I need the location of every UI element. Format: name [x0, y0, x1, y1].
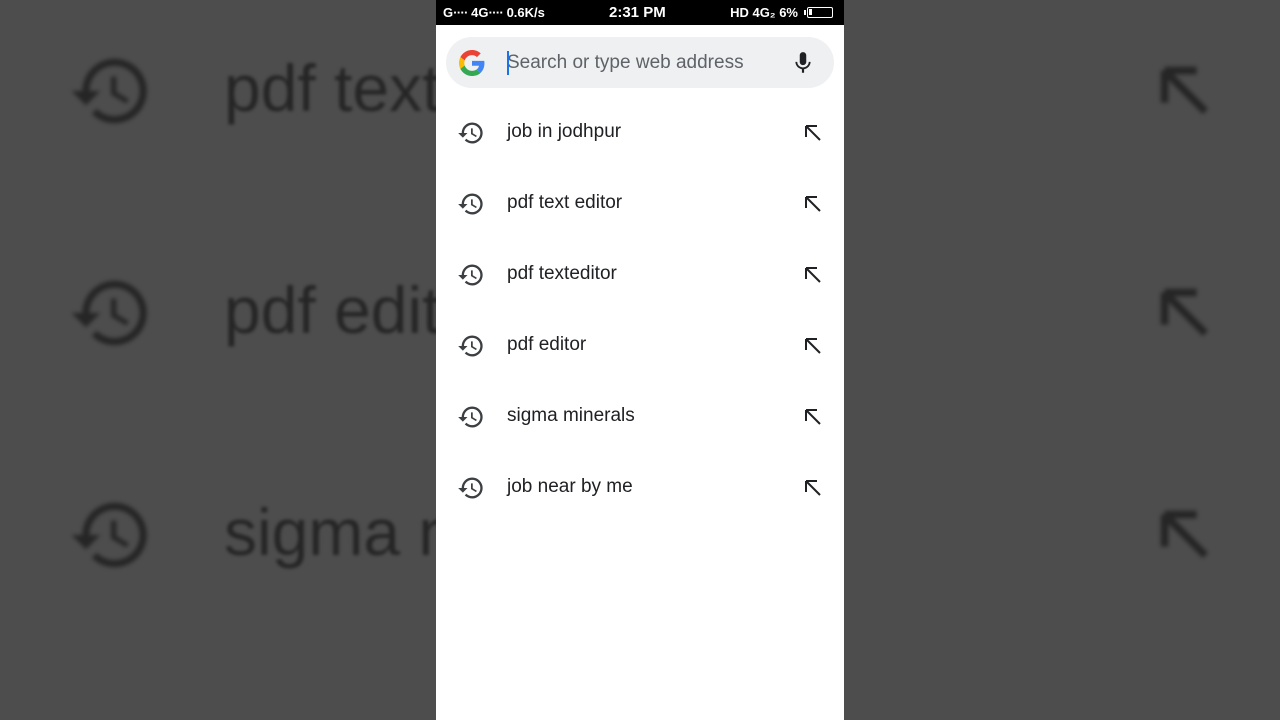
background-row: pdf text: [0, 51, 436, 172]
suggestion-text: job in jodhpur: [507, 121, 622, 142]
clock: 2:31 PM: [609, 4, 666, 21]
battery-icon: [804, 7, 833, 18]
background-right: [844, 0, 1280, 720]
history-icon: [458, 335, 483, 357]
suggestion-text: pdf texteditor: [507, 263, 617, 284]
suggestion-item[interactable]: sigma minerals: [436, 381, 844, 452]
history-icon: [71, 280, 147, 346]
background-text: sigma n: [224, 495, 436, 569]
background-row: [844, 278, 1280, 398]
history-icon: [458, 193, 483, 215]
suggestion-text: pdf text editor: [507, 192, 623, 213]
suggestion-text: sigma minerals: [507, 405, 635, 426]
background-row: [844, 56, 1280, 176]
history-icon: [458, 264, 483, 286]
search-bar[interactable]: [446, 37, 834, 88]
background-text: pdf edit: [224, 273, 436, 347]
fill-query-arrow-icon: [1160, 288, 1209, 337]
suggestion-item[interactable]: pdf texteditor: [436, 239, 844, 310]
suggestion-item[interactable]: pdf editor: [436, 310, 844, 381]
suggestion-item[interactable]: job in jodhpur: [436, 97, 844, 168]
fill-query-arrow-icon[interactable]: [801, 263, 825, 287]
signal-status: G∙∙∙∙ 4G∙∙∙∙ 0.6K/s: [443, 5, 545, 20]
background-left: pdf text pdf edit sigma n: [0, 0, 436, 720]
history-icon: [71, 58, 147, 124]
history-icon: [458, 406, 483, 428]
fill-query-arrow-icon[interactable]: [801, 334, 825, 358]
fill-query-arrow-icon[interactable]: [801, 476, 825, 500]
suggestion-list: job in jodhpur pdf text editor pdf texte…: [436, 97, 844, 523]
text-cursor: [507, 51, 509, 75]
background-row: sigma n: [0, 495, 436, 616]
suggestion-text: pdf editor: [507, 334, 587, 355]
google-logo-icon: [459, 50, 485, 76]
background-row: [844, 500, 1280, 620]
fill-query-arrow-icon[interactable]: [801, 192, 825, 216]
suggestion-text: job near by me: [507, 476, 633, 497]
fill-query-arrow-icon[interactable]: [801, 405, 825, 429]
suggestion-item[interactable]: job near by me: [436, 452, 844, 523]
status-bar: G∙∙∙∙ 4G∙∙∙∙ 0.6K/s 2:31 PM HD 4G₂ 6%: [436, 0, 844, 25]
background-text: pdf text: [224, 51, 436, 125]
mic-icon[interactable]: [790, 49, 816, 77]
fill-query-arrow-icon: [1160, 66, 1209, 115]
fill-query-arrow-icon: [1160, 510, 1209, 559]
network-battery-status: HD 4G₂ 6%: [730, 5, 798, 20]
search-input[interactable]: [507, 45, 787, 81]
history-icon: [458, 477, 483, 499]
phone-screen: G∙∙∙∙ 4G∙∙∙∙ 0.6K/s 2:31 PM HD 4G₂ 6% jo…: [436, 0, 844, 720]
background-row: pdf edit: [0, 273, 436, 394]
fill-query-arrow-icon[interactable]: [801, 121, 825, 145]
history-icon: [71, 502, 147, 568]
history-icon: [458, 122, 483, 144]
suggestion-item[interactable]: pdf text editor: [436, 168, 844, 239]
